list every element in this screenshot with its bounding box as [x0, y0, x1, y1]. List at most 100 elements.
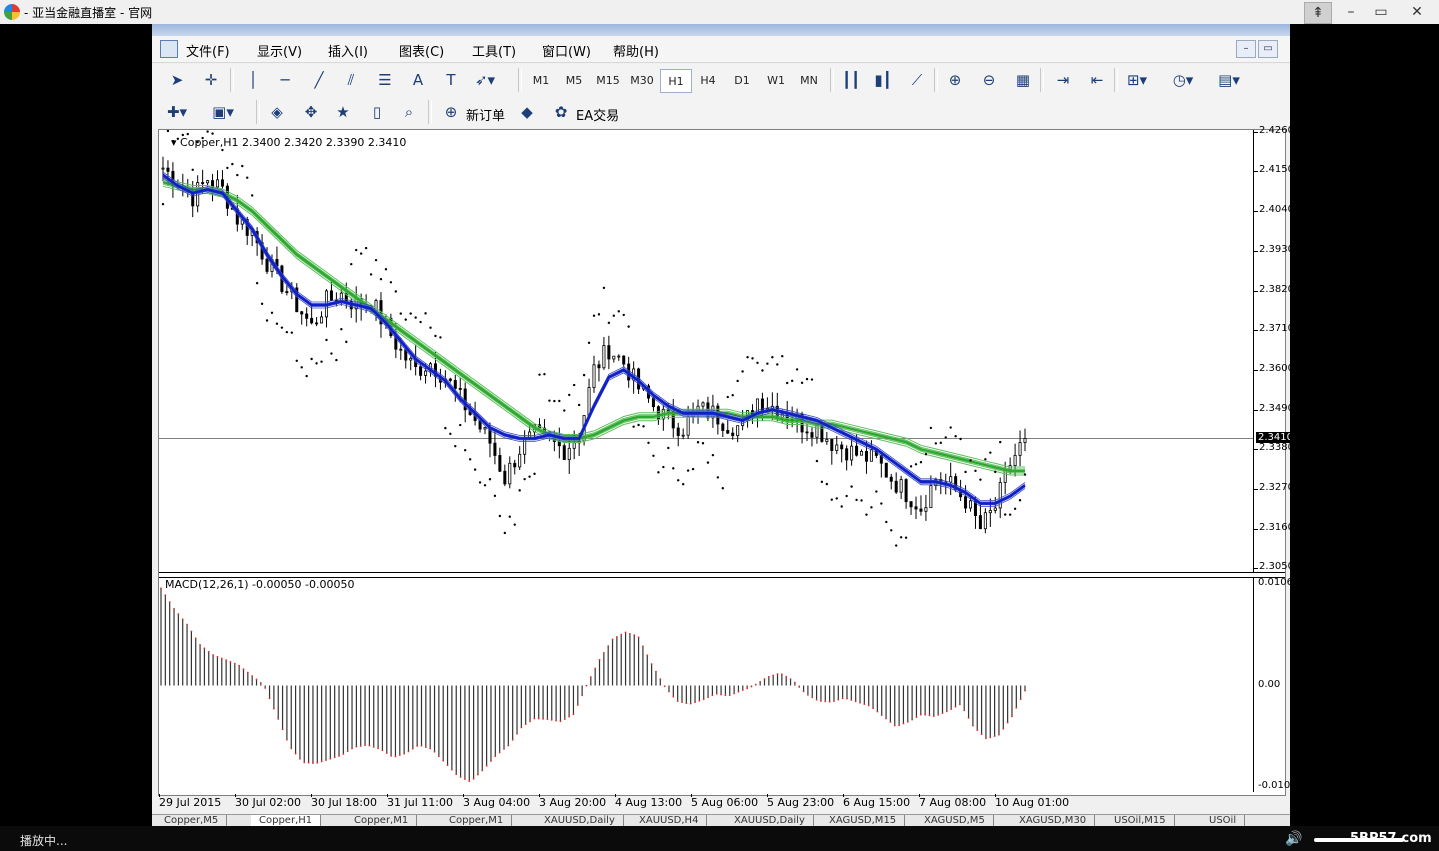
price-chart[interactable] — [159, 130, 1253, 572]
chart-window-icon[interactable] — [160, 40, 178, 58]
timeframe-m30[interactable]: M30 — [626, 69, 658, 91]
menu-file[interactable]: 文件(F) — [186, 41, 230, 60]
candle-body — [196, 182, 200, 207]
macd-signal-dot — [355, 745, 358, 748]
close-button[interactable]: ✕ — [1400, 0, 1434, 24]
menu-insert[interactable]: 插入(I) — [328, 41, 368, 60]
timeframe-w1[interactable]: W1 — [760, 69, 792, 91]
new-order-button[interactable]: 新订单 — [466, 105, 505, 124]
timeframe-m5[interactable]: M5 — [558, 69, 590, 91]
bar-chart-icon[interactable]: ┃┃ — [838, 68, 864, 92]
macd-signal-dot — [390, 755, 393, 757]
trendline-icon[interactable]: ╱ — [306, 68, 332, 92]
chart-tab[interactable]: Copper,M1 — [441, 815, 513, 826]
timeframe-h1[interactable]: H1 — [660, 69, 692, 93]
macd-signal-dot — [807, 694, 809, 696]
navigator-icon[interactable]: ✥ — [298, 100, 324, 124]
candle-body — [503, 470, 507, 485]
minimize-button[interactable]: – — [1334, 0, 1368, 24]
macd-signal-dot — [238, 664, 241, 667]
text-label-icon[interactable]: T — [438, 68, 464, 92]
strategy-tester-icon[interactable]: ⌕ — [396, 100, 422, 124]
profiles-icon[interactable]: ▣▾ — [210, 100, 236, 124]
vertical-line-icon[interactable]: │ — [240, 68, 266, 92]
chart-tab[interactable]: Copper,H1 — [251, 815, 322, 826]
new-chart-icon[interactable]: ✚▾ — [164, 100, 190, 124]
sar-dot — [236, 173, 239, 177]
chart-tab[interactable]: XAGUSD,M5 — [916, 815, 994, 826]
macd-signal-dot — [750, 685, 753, 688]
channel-icon[interactable]: ⫽ — [338, 68, 364, 92]
market-watch-icon[interactable]: ◈ — [264, 100, 290, 124]
chart-tab[interactable]: USOil — [1201, 815, 1246, 826]
time-tick-label: 6 Aug 15:00 — [843, 796, 911, 809]
macd-chart[interactable] — [159, 577, 1253, 792]
fibonacci-icon[interactable]: ☰ — [372, 68, 398, 92]
new-order-icon[interactable]: ⊕ — [438, 100, 464, 124]
sar-dot — [761, 369, 764, 372]
indicators-icon[interactable]: ⊞▾ — [1124, 68, 1150, 92]
candle-chart-icon[interactable]: ▮┃ — [870, 68, 896, 92]
chart-tab[interactable]: XAGUSD,M15 — [821, 815, 906, 826]
menu-view[interactable]: 显示(V) — [257, 41, 302, 60]
chart-tab[interactable]: USOil,M15 — [1106, 815, 1175, 826]
horizontal-line-icon[interactable]: ─ — [272, 68, 298, 92]
sar-dot — [657, 471, 660, 474]
candle — [676, 422, 680, 447]
timeframe-mn[interactable]: MN — [792, 69, 826, 91]
timeframe-m15[interactable]: M15 — [592, 69, 624, 91]
pin-button[interactable]: ⇞ — [1304, 2, 1332, 24]
menu-charts[interactable]: 图表(C) — [399, 41, 444, 60]
tile-windows-icon[interactable]: ▦ — [1010, 68, 1036, 92]
macd-signal-dot — [728, 694, 731, 697]
sar-dot — [478, 481, 482, 484]
arrows-icon[interactable]: ➶▾ — [472, 68, 498, 92]
candle-body — [315, 322, 319, 325]
candle-body — [215, 179, 220, 188]
candle-body — [983, 512, 987, 530]
chart-tab[interactable]: XAGUSD,M30 — [1011, 815, 1096, 826]
crosshair-icon[interactable]: ✛ — [198, 68, 224, 92]
maximize-button[interactable]: ▭ — [1364, 0, 1398, 24]
menu-tools[interactable]: 工具(T) — [472, 41, 516, 60]
templates-icon[interactable]: ▤▾ — [1216, 68, 1242, 92]
macd-signal-dot — [290, 747, 293, 750]
sar-dot — [989, 451, 992, 454]
price-tick — [1254, 250, 1258, 252]
cursor-icon[interactable]: ➤ — [164, 68, 190, 92]
expert-advisors-icon[interactable]: ✿ — [548, 100, 574, 124]
chart-tab[interactable]: XAUUSD,Daily — [726, 815, 814, 826]
terminal-icon[interactable]: ▯ — [364, 100, 390, 124]
macd-signal-dot — [820, 700, 822, 702]
timeframe-d1[interactable]: D1 — [726, 69, 758, 91]
timeframe-h4[interactable]: H4 — [692, 69, 724, 91]
zoom-out-icon[interactable]: ⊖ — [976, 68, 1002, 92]
menu-window[interactable]: 窗口(W) — [542, 41, 591, 60]
sar-dot — [954, 435, 957, 438]
volume-icon[interactable]: 🔊 — [1285, 831, 1302, 847]
chart-area[interactable]: 2.4260 2.4150 2.4040 2.3930 2.3820 2.3710 2.36… — [158, 125, 1290, 796]
mdi-restore-icon[interactable]: ▭ — [1258, 40, 1278, 58]
chart-tab[interactable]: Copper,M1 — [346, 815, 418, 826]
timeframe-m1[interactable]: M1 — [526, 69, 556, 91]
zoom-in-icon[interactable]: ⊕ — [942, 68, 968, 92]
periods-clock-icon[interactable]: ◷▾ — [1170, 68, 1196, 92]
line-chart-icon[interactable]: ⟋ — [904, 68, 930, 92]
candle-body — [572, 442, 576, 449]
chart-shift-icon[interactable]: ⇤ — [1084, 68, 1110, 92]
data-window-icon[interactable]: ★ — [330, 100, 356, 124]
macd-signal-dot — [980, 733, 983, 736]
sar-dot — [518, 489, 521, 492]
menu-help[interactable]: 帮助(H) — [613, 41, 659, 60]
macd-signal-dot — [602, 652, 605, 654]
chart-tab[interactable]: XAUUSD,H4 — [631, 815, 708, 826]
autoscroll-icon[interactable]: ⇥ — [1050, 68, 1076, 92]
metaeditor-icon[interactable]: ◆ — [514, 100, 540, 124]
text-icon[interactable]: A — [405, 68, 431, 92]
chart-tab[interactable]: XAUUSD,Daily — [536, 815, 624, 826]
chart-tab[interactable]: Copper,M5 — [156, 815, 228, 826]
ea-trade-button[interactable]: EA交易 — [576, 105, 619, 124]
mdi-minimize-icon[interactable]: – — [1236, 40, 1256, 58]
macd-signal-dot — [251, 675, 254, 677]
macd-signal-dot — [164, 594, 167, 597]
